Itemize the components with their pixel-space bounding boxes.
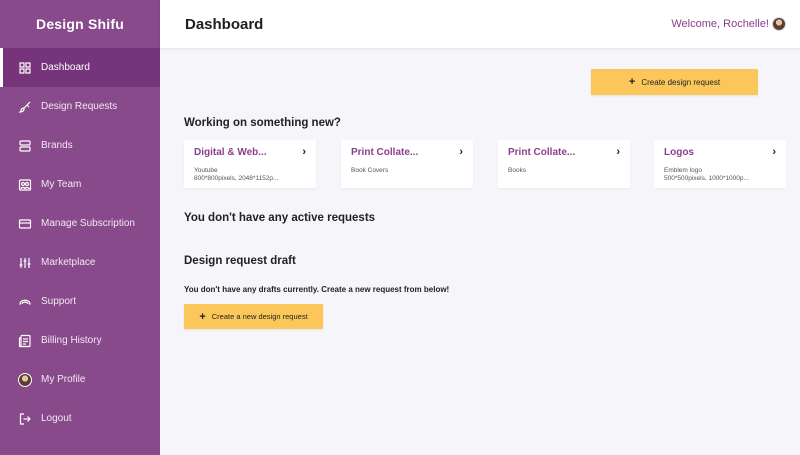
- chevron-right-icon: ›: [302, 146, 306, 158]
- chevron-right-icon: ›: [459, 146, 463, 158]
- card-title: Print Collate...: [508, 146, 576, 158]
- team-icon: [18, 178, 32, 192]
- receipt-icon: [18, 334, 32, 348]
- avatar-icon: [18, 372, 32, 387]
- card-title: Logos: [664, 146, 694, 158]
- logout-icon: [18, 412, 32, 426]
- create-design-request-button[interactable]: + Create design request: [591, 69, 758, 95]
- category-card-print-collateral-books[interactable]: Print Collate... › Books: [498, 140, 630, 188]
- card-icon: [18, 217, 32, 231]
- sidebar-item-support[interactable]: Support: [0, 282, 160, 321]
- layers-icon: [18, 139, 32, 153]
- no-drafts-message: You don't have any drafts currently. Cre…: [184, 285, 450, 294]
- sidebar-item-my-team[interactable]: My Team: [0, 165, 160, 204]
- support-icon: [18, 295, 32, 309]
- button-label: Create design request: [641, 77, 721, 87]
- sidebar-item-label: Support: [41, 296, 77, 307]
- card-title: Digital & Web...: [194, 146, 267, 158]
- sidebar-item-label: Manage Subscription: [41, 218, 135, 229]
- chevron-right-icon: ›: [772, 146, 776, 158]
- sidebar-item-label: Logout: [41, 413, 72, 424]
- plus-icon: +: [628, 76, 636, 88]
- category-cards: Digital & Web... › Youtube 800*800pixels…: [184, 140, 786, 188]
- sidebar-item-logout[interactable]: Logout: [0, 399, 160, 438]
- sidebar-nav: Dashboard Design Requests Brands My Team…: [0, 48, 160, 438]
- button-label: Create a new design request: [211, 312, 308, 321]
- sidebar-item-label: Brands: [41, 140, 73, 151]
- sidebar-item-design-requests[interactable]: Design Requests: [0, 87, 160, 126]
- top-header: Dashboard Welcome, Rochelle!: [160, 0, 800, 48]
- sidebar-item-label: Dashboard: [41, 62, 90, 73]
- grid-icon: [18, 61, 32, 75]
- category-card-print-collateral-covers[interactable]: Print Collate... › Book Covers: [341, 140, 473, 188]
- create-new-design-request-button[interactable]: + Create a new design request: [184, 304, 323, 329]
- chevron-right-icon: ›: [616, 146, 620, 158]
- draft-section-title: Design request draft: [184, 255, 296, 267]
- sidebar-item-label: My Team: [41, 179, 82, 190]
- category-card-logos[interactable]: Logos › Emblem logo 500*500pixels, 1000*…: [654, 140, 786, 188]
- sidebar-item-brands[interactable]: Brands: [0, 126, 160, 165]
- working-section-title: Working on something new?: [184, 117, 341, 129]
- sidebar-item-label: Billing History: [41, 335, 102, 346]
- plus-icon: +: [199, 310, 206, 323]
- card-subtitle: Books: [508, 167, 527, 174]
- brand-logo[interactable]: Design Shifu: [0, 0, 160, 48]
- sidebar-item-billing-history[interactable]: Billing History: [0, 321, 160, 360]
- sidebar-item-label: Design Requests: [41, 101, 118, 112]
- page-title: Dashboard: [185, 15, 264, 33]
- main-content: + Create design request Working on somet…: [160, 48, 800, 455]
- sidebar-item-my-profile[interactable]: My Profile: [0, 360, 160, 399]
- category-card-digital-web[interactable]: Digital & Web... › Youtube 800*800pixels…: [184, 140, 316, 188]
- card-subtitle: Youtube 800*800pixels, 2048*1152p...: [194, 167, 279, 182]
- brush-icon: [18, 100, 32, 114]
- sidebar-item-marketplace[interactable]: Marketplace: [0, 243, 160, 282]
- card-subtitle: Emblem logo 500*500pixels, 1000*1000p...: [664, 167, 749, 182]
- sliders-icon: [18, 256, 32, 270]
- sidebar-item-label: My Profile: [41, 374, 86, 385]
- user-menu[interactable]: Welcome, Rochelle!: [671, 17, 786, 31]
- card-subtitle: Book Covers: [351, 167, 389, 174]
- card-title: Print Collate...: [351, 146, 419, 158]
- avatar[interactable]: [772, 17, 786, 31]
- sidebar: Design Shifu Dashboard Design Requests B…: [0, 0, 160, 455]
- sidebar-item-dashboard[interactable]: Dashboard: [0, 48, 160, 87]
- active-requests-message: You don't have any active requests: [184, 212, 376, 224]
- sidebar-item-manage-subscription[interactable]: Manage Subscription: [0, 204, 160, 243]
- welcome-text: Welcome, Rochelle!: [671, 18, 769, 30]
- sidebar-item-label: Marketplace: [41, 257, 96, 268]
